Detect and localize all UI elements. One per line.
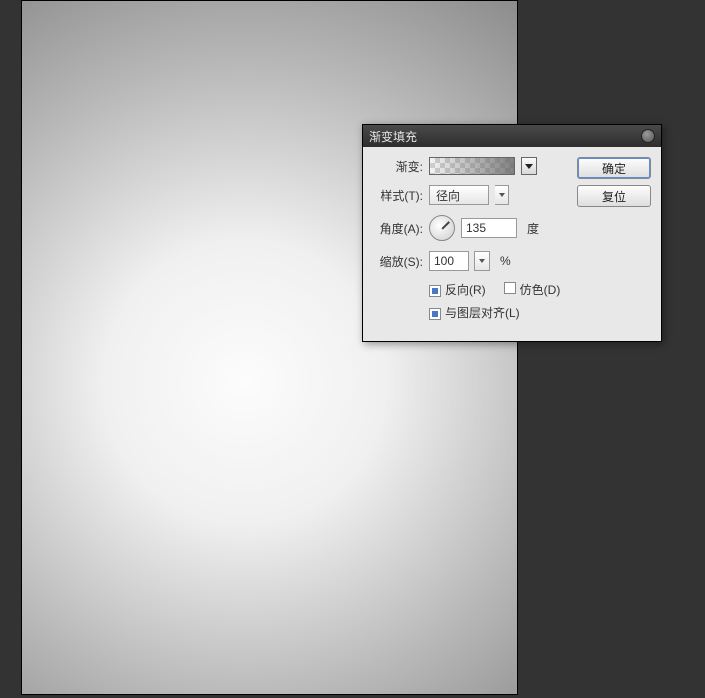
close-icon[interactable]: [641, 129, 655, 143]
dialog-title: 渐变填充: [369, 128, 417, 145]
scale-unit: %: [500, 254, 511, 268]
gradient-row: 渐变:: [373, 157, 565, 175]
angle-label: 角度(A):: [373, 220, 423, 237]
align-label: 与图层对齐(L): [445, 306, 520, 320]
angle-unit: 度: [527, 220, 539, 237]
angle-dial[interactable]: [429, 215, 455, 241]
reverse-checkbox-wrap[interactable]: 反向(R): [429, 281, 486, 298]
dialog-content: 渐变: 样式(T): 径向 角度(A): 135 度 缩放(S: [363, 147, 661, 341]
style-label: 样式(T):: [373, 187, 423, 204]
style-row: 样式(T): 径向: [373, 185, 565, 205]
reset-button-label: 复位: [602, 188, 626, 205]
scale-label: 缩放(S):: [373, 253, 423, 270]
dialog-titlebar[interactable]: 渐变填充: [363, 125, 661, 147]
fields-column: 渐变: 样式(T): 径向 角度(A): 135 度 缩放(S: [373, 157, 565, 327]
scale-stepper-icon[interactable]: [474, 251, 490, 271]
ok-button[interactable]: 确定: [577, 157, 651, 179]
scale-value: 100: [434, 254, 454, 268]
gradient-fill-dialog: 渐变填充 渐变: 样式(T): 径向 角度(A): 135: [362, 124, 662, 342]
align-checkbox-wrap[interactable]: 与图层对齐(L): [429, 304, 520, 321]
gradient-dropdown-icon[interactable]: [521, 157, 537, 175]
style-select[interactable]: 径向: [429, 185, 489, 205]
ok-button-label: 确定: [602, 160, 626, 177]
style-value: 径向: [436, 187, 460, 204]
scale-input[interactable]: 100: [429, 251, 469, 271]
angle-row: 角度(A): 135 度: [373, 215, 565, 241]
reverse-label: 反向(R): [445, 283, 486, 297]
gradient-label: 渐变:: [373, 158, 423, 175]
scale-row: 缩放(S): 100 %: [373, 251, 565, 271]
angle-value: 135: [466, 221, 486, 235]
reset-button[interactable]: 复位: [577, 185, 651, 207]
checkbox-group: 反向(R) 仿色(D) 与图层对齐(L): [429, 281, 565, 321]
document-canvas[interactable]: [21, 0, 518, 695]
dither-label: 仿色(D): [520, 283, 561, 297]
gradient-preview[interactable]: [429, 157, 515, 175]
angle-input[interactable]: 135: [461, 218, 517, 238]
chevron-down-icon[interactable]: [495, 185, 509, 205]
dither-checkbox-wrap[interactable]: 仿色(D): [504, 281, 561, 298]
dither-checkbox[interactable]: [504, 282, 516, 294]
buttons-column: 确定 复位: [577, 157, 651, 327]
reverse-checkbox[interactable]: [429, 285, 441, 297]
align-checkbox[interactable]: [429, 308, 441, 320]
